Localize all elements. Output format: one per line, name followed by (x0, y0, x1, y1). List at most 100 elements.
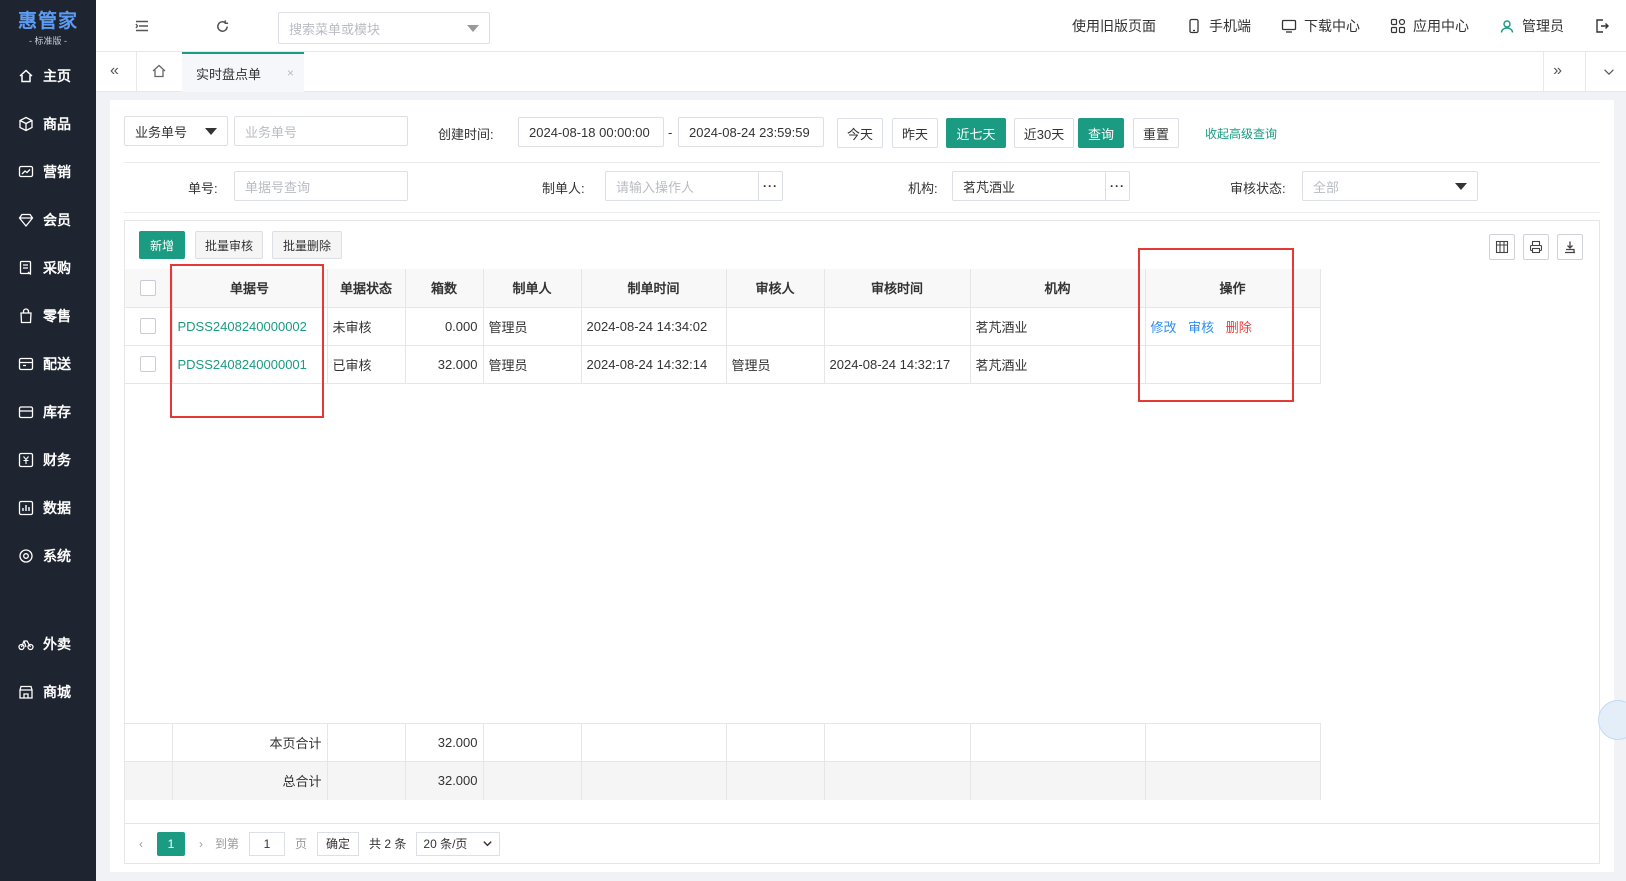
sidebar-item-label: 数据 (43, 500, 71, 516)
legacy-page-link[interactable]: 使用旧版页面 (1072, 16, 1156, 36)
mobile-link[interactable]: 手机端 (1186, 16, 1251, 36)
user-icon (1499, 18, 1515, 34)
sidebar-item-home[interactable]: 主页 (0, 52, 96, 100)
last-7-days-button[interactable]: 近七天 (946, 118, 1006, 148)
menu-toggle-icon[interactable] (132, 16, 152, 36)
today-button[interactable]: 今天 (837, 118, 883, 148)
sidebar-item-label: 财务 (43, 452, 71, 468)
batch-delete-button[interactable]: 批量删除 (272, 231, 342, 259)
page-1-button[interactable]: 1 (157, 831, 185, 856)
sidebar-item-label: 采购 (43, 260, 71, 276)
export-icon[interactable] (1557, 234, 1583, 260)
grand-total-row: 总合计 32.000 (125, 761, 1321, 800)
goto-confirm-button[interactable]: 确定 (317, 831, 360, 856)
collapse-advanced-link[interactable]: 收起高级查询 (1205, 125, 1277, 142)
phone-icon (1186, 18, 1202, 34)
bike-icon (18, 636, 34, 652)
bill-no-input[interactable]: 单据号查询 (234, 171, 408, 201)
query-button[interactable]: 查询 (1078, 118, 1124, 148)
column-header[interactable]: 制单人 (483, 269, 582, 308)
checkbox[interactable] (140, 280, 157, 297)
column-header[interactable]: 箱数 (405, 269, 484, 308)
audit-link[interactable]: 审核 (1188, 320, 1214, 335)
more-icon[interactable]: ··· (1105, 172, 1129, 200)
tab-realtime-stocktake[interactable]: 实时盘点单 × (182, 52, 304, 92)
sidebar-item-data[interactable]: 数据 (0, 484, 96, 532)
brand-logo[interactable]: 惠管家 - 标准版 - (0, 0, 96, 52)
delivery-icon (18, 356, 34, 372)
checkbox[interactable] (140, 318, 157, 335)
download-center-label: 下载中心 (1304, 18, 1360, 34)
column-settings-icon[interactable] (1489, 234, 1515, 260)
yesterday-button[interactable]: 昨天 (892, 118, 938, 148)
sidebar-item-retail[interactable]: 零售 (0, 292, 96, 340)
delete-link[interactable]: 删除 (1226, 320, 1252, 335)
audit-status-select[interactable]: 全部 (1302, 171, 1478, 201)
goto-page-input[interactable]: 1 (249, 831, 286, 856)
home-tab-icon[interactable] (151, 63, 167, 82)
select-all-checkbox[interactable] (125, 269, 173, 308)
column-header[interactable]: 审核人 (726, 269, 825, 308)
close-icon[interactable]: × (287, 66, 294, 80)
maker-cell: 管理员 (483, 345, 582, 384)
grand-total-label: 总合计 (172, 761, 328, 800)
bill-no-link[interactable]: PDSS2408240000002 (178, 319, 307, 334)
last-30-days-button[interactable]: 近30天 (1014, 118, 1074, 148)
prev-page-icon[interactable]: ‹ (139, 837, 143, 851)
sidebar-item-inventory[interactable]: 库存 (0, 388, 96, 436)
sidebar-item-mall[interactable]: 商城 (0, 668, 96, 716)
column-header[interactable]: 审核时间 (824, 269, 971, 308)
edit-link[interactable]: 修改 (1151, 320, 1177, 335)
brand-name: 惠管家 (17, 10, 78, 32)
totals-table: 本页合计 32.000 总合计 32.000 (125, 723, 1321, 800)
logout-button[interactable] (1594, 18, 1610, 34)
sidebar-item-takeout[interactable]: 外卖 (0, 620, 96, 668)
bill-no-link[interactable]: PDSS2408240000001 (178, 357, 307, 372)
maker-input[interactable]: 请输入操作人 ··· (605, 171, 783, 201)
scroll-right-icon[interactable]: » (1553, 62, 1562, 80)
divider (124, 162, 1600, 163)
scroll-left-icon[interactable]: « (110, 62, 119, 80)
sidebar-item-finance[interactable]: 财务 (0, 436, 96, 484)
menu-search-input[interactable]: 搜索菜单或模块 (278, 12, 490, 44)
sidebar-item-label: 库存 (43, 404, 71, 420)
row-checkbox-cell[interactable] (125, 345, 173, 384)
sidebar-gap (0, 580, 96, 620)
column-header[interactable]: 机构 (970, 269, 1146, 308)
search-type-select[interactable]: 业务单号 (124, 116, 228, 146)
more-icon[interactable]: ··· (758, 172, 782, 200)
chevron-down-icon[interactable] (1602, 65, 1616, 82)
column-header[interactable]: 操作 (1145, 269, 1321, 308)
row-checkbox-cell[interactable] (125, 307, 173, 346)
page-size-select[interactable]: 20 条/页 (416, 831, 501, 856)
batch-audit-button[interactable]: 批量审核 (195, 231, 263, 259)
next-page-icon[interactable]: › (199, 837, 203, 851)
refresh-icon[interactable] (212, 16, 232, 36)
reset-button[interactable]: 重置 (1133, 118, 1179, 148)
sidebar-item-delivery[interactable]: 配送 (0, 340, 96, 388)
checkbox[interactable] (140, 356, 157, 373)
start-date-input[interactable]: 2024-08-18 00:00:00 (518, 117, 664, 147)
print-icon[interactable] (1523, 234, 1549, 260)
org-input[interactable]: 茗芃酒业 ··· (952, 171, 1130, 201)
end-date-input[interactable]: 2024-08-24 23:59:59 (678, 117, 824, 147)
sidebar-item-member[interactable]: 会员 (0, 196, 96, 244)
sidebar-item-system[interactable]: 系统 (0, 532, 96, 580)
column-header[interactable]: 制单时间 (581, 269, 727, 308)
sidebar: 惠管家 - 标准版 - 主页 商品 营销 会员 采购 零售 配送 库存 财务 数… (0, 0, 96, 881)
home-icon (18, 68, 34, 84)
end-date-value: 2024-08-24 23:59:59 (689, 124, 810, 140)
table-header-row: 单据号 单据状态 箱数 制单人 制单时间 审核人 审核时间 机构 操作 (125, 269, 1321, 308)
total-count: 共 2 条 (369, 837, 407, 851)
add-button[interactable]: 新增 (139, 231, 185, 259)
download-center-link[interactable]: 下载中心 (1281, 16, 1360, 36)
store-icon (18, 684, 34, 700)
business-no-input[interactable]: 业务单号 (234, 116, 408, 146)
column-header[interactable]: 单据状态 (327, 269, 406, 308)
sidebar-item-marketing[interactable]: 营销 (0, 148, 96, 196)
sidebar-item-purchase[interactable]: 采购 (0, 244, 96, 292)
app-center-link[interactable]: 应用中心 (1390, 16, 1469, 36)
column-header[interactable]: 单据号 (172, 269, 328, 308)
user-menu[interactable]: 管理员 (1499, 16, 1564, 36)
sidebar-item-goods[interactable]: 商品 (0, 100, 96, 148)
